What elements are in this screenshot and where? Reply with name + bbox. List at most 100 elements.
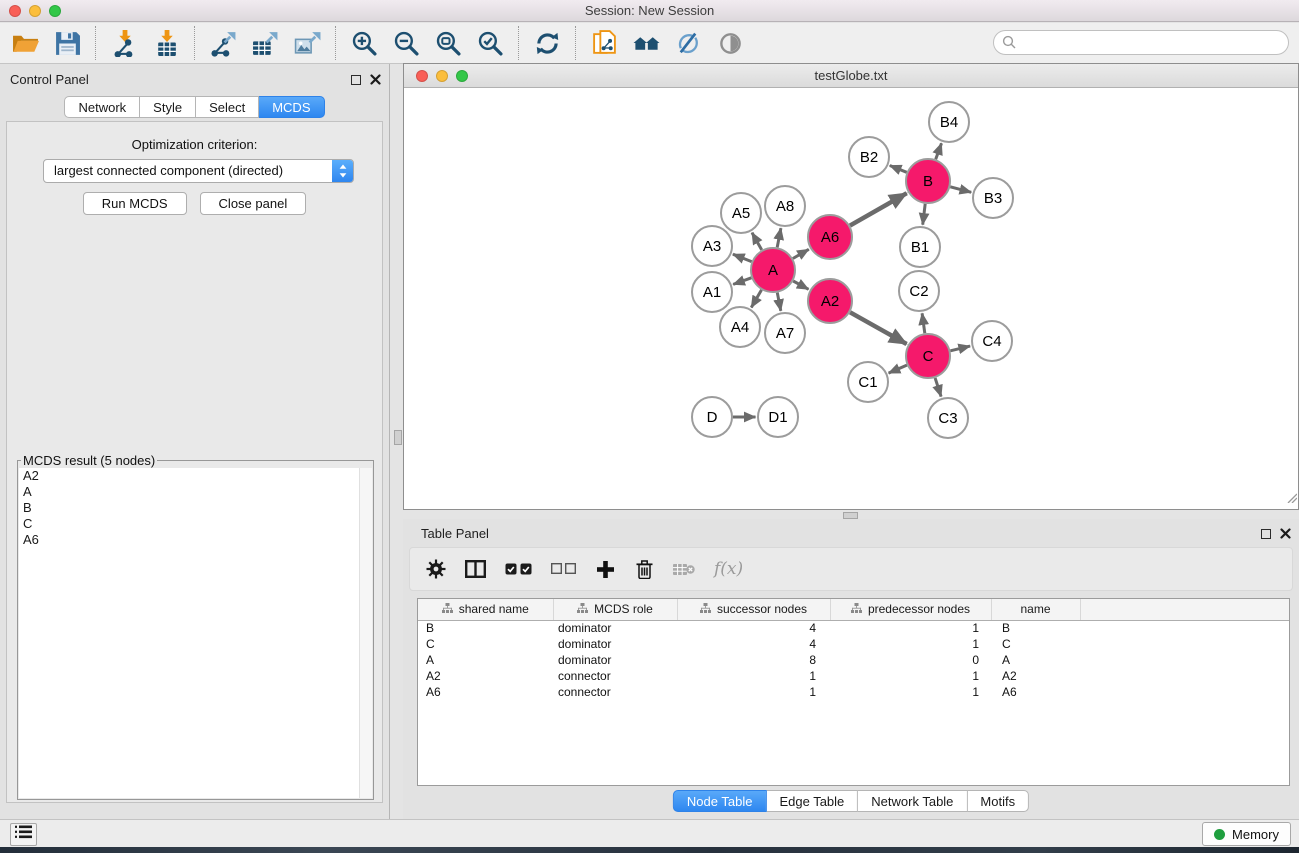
zoom-selected-icon[interactable] xyxy=(473,26,507,60)
table-cell[interactable]: 1 xyxy=(677,668,830,684)
save-session-icon[interactable] xyxy=(50,26,84,60)
table-cell[interactable]: 4 xyxy=(677,636,830,652)
graph-node-A8[interactable]: A8 xyxy=(765,186,805,226)
duplicate-network-icon[interactable] xyxy=(587,26,621,60)
graph-edge-B-B1[interactable] xyxy=(923,204,926,225)
table-cell[interactable]: C xyxy=(991,636,1080,652)
graph-edge-A2-C[interactable] xyxy=(850,312,907,344)
table-row[interactable]: Cdominator41C xyxy=(418,636,1289,652)
graph-node-C2[interactable]: C2 xyxy=(899,271,939,311)
graph-edge-A6-B[interactable] xyxy=(850,193,907,225)
graph-edge-A-A4[interactable] xyxy=(751,290,761,308)
table-cell[interactable]: 1 xyxy=(830,620,991,636)
split-view-icon[interactable] xyxy=(465,560,486,578)
table-tab-motifs[interactable]: Motifs xyxy=(967,790,1029,812)
hide-details-icon[interactable] xyxy=(671,26,705,60)
function-icon[interactable]: f(x) xyxy=(714,559,743,579)
mcds-result-item[interactable]: B xyxy=(19,500,372,516)
run-mcds-button[interactable]: Run MCDS xyxy=(83,192,187,215)
graph-edge-A-A3[interactable] xyxy=(733,254,752,261)
table-cell[interactable]: 0 xyxy=(830,652,991,668)
graph-edge-C-C2[interactable] xyxy=(922,313,925,333)
table-cell[interactable]: A6 xyxy=(418,684,553,700)
table-cell[interactable]: B xyxy=(418,620,553,636)
graph-edge-A-A5[interactable] xyxy=(752,233,762,250)
refresh-icon[interactable] xyxy=(530,26,564,60)
task-history-button[interactable] xyxy=(10,823,37,846)
table-cell[interactable]: 1 xyxy=(830,636,991,652)
export-image-icon[interactable] xyxy=(290,26,324,60)
graph-node-C[interactable]: C xyxy=(906,334,950,378)
tab-style[interactable]: Style xyxy=(140,96,196,118)
table-row[interactable]: A6connector11A6 xyxy=(418,684,1289,700)
mcds-result-item[interactable]: A2 xyxy=(19,468,372,484)
graph-node-A2[interactable]: A2 xyxy=(808,279,852,323)
graph-node-A5[interactable]: A5 xyxy=(721,193,761,233)
table-cell[interactable]: A xyxy=(991,652,1080,668)
graph-edge-A-A8[interactable] xyxy=(777,228,781,247)
first-neighbors-icon[interactable] xyxy=(629,26,663,60)
table-cell[interactable]: A xyxy=(418,652,553,668)
graph-edge-C-C3[interactable] xyxy=(935,378,941,397)
mcds-result-item[interactable]: A6 xyxy=(19,532,372,548)
show-details-icon[interactable] xyxy=(713,26,747,60)
table-cell[interactable]: C xyxy=(418,636,553,652)
column-header-predecessor-nodes[interactable]: predecessor nodes xyxy=(830,599,991,620)
graph-node-A7[interactable]: A7 xyxy=(765,313,805,353)
tab-mcds[interactable]: MCDS xyxy=(259,96,324,118)
graph-node-C4[interactable]: C4 xyxy=(972,321,1012,361)
graph-node-A1[interactable]: A1 xyxy=(692,272,732,312)
vertical-splitter-handle[interactable] xyxy=(394,430,402,445)
table-row[interactable]: A2connector11A2 xyxy=(418,668,1289,684)
graph-node-B2[interactable]: B2 xyxy=(849,137,889,177)
mcds-result-item[interactable]: A xyxy=(19,484,372,500)
select-all-icon[interactable] xyxy=(505,562,532,576)
horizontal-splitter-handle[interactable] xyxy=(843,512,858,519)
graph-edge-A-A1[interactable] xyxy=(733,278,751,285)
table-cell[interactable]: dominator xyxy=(553,652,677,668)
column-header-name[interactable]: name xyxy=(991,599,1080,620)
table-cell[interactable]: 4 xyxy=(677,620,830,636)
tab-network[interactable]: Network xyxy=(64,96,140,118)
gear-icon[interactable] xyxy=(426,559,446,579)
result-list-scrollbar[interactable] xyxy=(359,468,372,798)
table-cell[interactable]: connector xyxy=(553,684,677,700)
table-cell[interactable]: B xyxy=(991,620,1080,636)
float-table-panel-icon[interactable] xyxy=(1261,526,1271,544)
table-tab-network-table[interactable]: Network Table xyxy=(858,790,967,812)
zoom-out-icon[interactable] xyxy=(389,26,423,60)
table-tab-edge-table[interactable]: Edge Table xyxy=(766,790,858,812)
export-network-icon[interactable] xyxy=(206,26,240,60)
open-file-icon[interactable] xyxy=(8,26,42,60)
delete-table-icon[interactable] xyxy=(673,562,695,577)
memory-button[interactable]: Memory xyxy=(1202,822,1291,846)
close-table-panel-icon[interactable] xyxy=(1280,526,1291,544)
table-cell[interactable]: dominator xyxy=(553,620,677,636)
graph-node-D[interactable]: D xyxy=(692,397,732,437)
table-row[interactable]: Bdominator41B xyxy=(418,620,1289,636)
graph-edge-B-B3[interactable] xyxy=(950,187,971,193)
resize-grip[interactable] xyxy=(1285,490,1297,508)
table-cell[interactable]: 1 xyxy=(830,668,991,684)
graph-node-B4[interactable]: B4 xyxy=(929,102,969,142)
graph-node-C3[interactable]: C3 xyxy=(928,398,968,438)
tab-select[interactable]: Select xyxy=(196,96,259,118)
graph-edge-A-A2[interactable] xyxy=(793,281,808,289)
import-network-icon[interactable] xyxy=(107,26,141,60)
table-cell[interactable]: A6 xyxy=(991,684,1080,700)
graph-node-A[interactable]: A xyxy=(751,248,795,292)
add-icon[interactable] xyxy=(595,561,615,578)
table-cell[interactable]: A2 xyxy=(418,668,553,684)
graph-edge-A-A7[interactable] xyxy=(777,293,781,311)
graph-edge-C-C4[interactable] xyxy=(950,346,970,351)
import-table-icon[interactable] xyxy=(149,26,183,60)
zoom-fit-icon[interactable] xyxy=(431,26,465,60)
graph-edge-B-B4[interactable] xyxy=(936,143,942,159)
delete-icon[interactable] xyxy=(634,559,654,579)
table-cell[interactable]: 1 xyxy=(830,684,991,700)
float-panel-icon[interactable] xyxy=(351,72,361,90)
graph-node-A3[interactable]: A3 xyxy=(692,226,732,266)
criterion-dropdown[interactable]: largest connected component (directed) xyxy=(43,159,354,183)
close-panel-button[interactable]: Close panel xyxy=(200,192,307,215)
column-header-MCDS-role[interactable]: MCDS role xyxy=(553,599,677,620)
